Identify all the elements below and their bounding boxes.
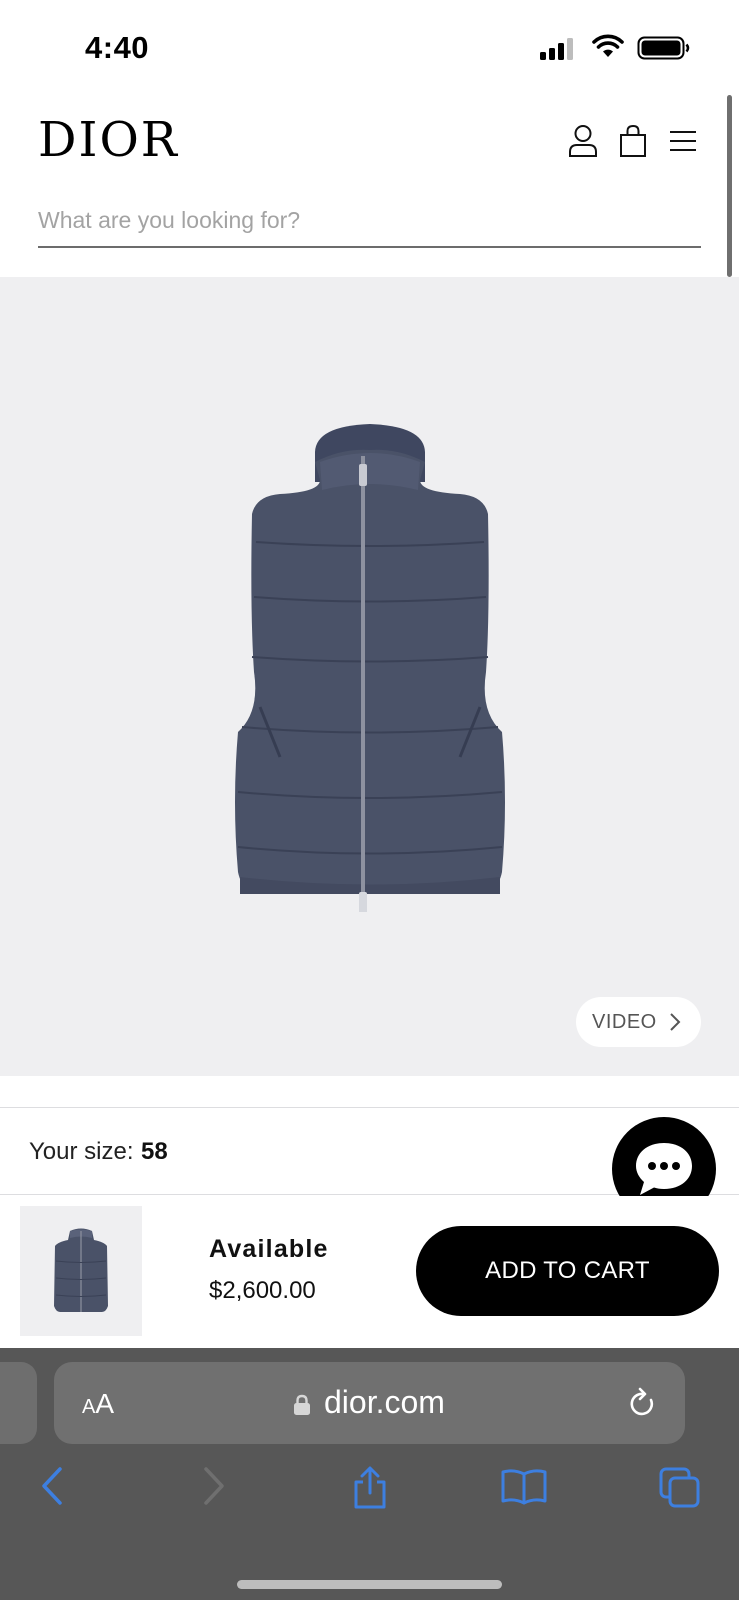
text-size-small-label: A — [82, 1396, 96, 1418]
add-to-cart-button[interactable]: ADD TO CART — [416, 1226, 719, 1316]
status-time: 4:40 — [85, 30, 150, 65]
size-value: 58 — [141, 1138, 168, 1165]
text-size-button[interactable]: AA — [82, 1388, 114, 1420]
chevron-right-icon — [204, 1467, 224, 1505]
menu-button[interactable] — [666, 124, 700, 160]
previous-tab-peek[interactable] — [0, 1362, 37, 1444]
product-thumbnail — [20, 1206, 142, 1336]
reload-icon[interactable] — [628, 1386, 658, 1420]
tabs-button[interactable] — [658, 1466, 702, 1513]
battery-icon — [637, 36, 690, 60]
share-button[interactable] — [350, 1466, 390, 1513]
shopping-bag-icon — [620, 124, 646, 157]
account-button[interactable] — [566, 124, 600, 160]
wifi-icon — [592, 34, 624, 57]
text-size-large-label: A — [95, 1388, 115, 1419]
product-thumbnail-image — [54, 1228, 108, 1312]
dior-logo[interactable]: DIOR — [38, 112, 179, 168]
product-gallery[interactable] — [0, 277, 739, 1310]
search-bar — [38, 196, 701, 248]
product-price: $2,600.00 — [209, 1277, 316, 1304]
video-label: VIDEO — [592, 1010, 657, 1033]
address-bar[interactable]: AA dior.com — [54, 1362, 685, 1444]
page-scrollbar[interactable] — [727, 95, 732, 277]
chevron-left-icon — [42, 1467, 62, 1505]
bookmarks-icon — [501, 1469, 547, 1505]
browser-toolbar: AA dior.com — [0, 1348, 739, 1600]
shopping-bag-button[interactable] — [616, 124, 650, 160]
product-image — [235, 424, 505, 912]
menu-icon — [670, 130, 696, 151]
video-button[interactable]: VIDEO — [576, 997, 701, 1047]
share-icon — [354, 1466, 386, 1509]
home-indicator[interactable] — [237, 1580, 502, 1589]
back-button[interactable] — [38, 1466, 68, 1509]
lock-icon — [294, 1394, 310, 1415]
account-icon — [569, 125, 597, 157]
forward-button[interactable] — [198, 1466, 228, 1509]
bookmarks-button[interactable] — [500, 1466, 548, 1509]
chevron-right-icon — [670, 1013, 681, 1031]
add-to-cart-bar: Available $2,600.00 ADD TO CART — [0, 1196, 739, 1348]
url-text: dior.com — [324, 1384, 445, 1420]
tabs-icon — [659, 1467, 700, 1508]
cellular-signal-icon — [540, 38, 573, 60]
size-label: Your size: — [29, 1138, 134, 1165]
status-bar: 4:40 — [0, 0, 739, 95]
search-input[interactable] — [38, 196, 701, 244]
availability-status: Available — [209, 1235, 329, 1263]
